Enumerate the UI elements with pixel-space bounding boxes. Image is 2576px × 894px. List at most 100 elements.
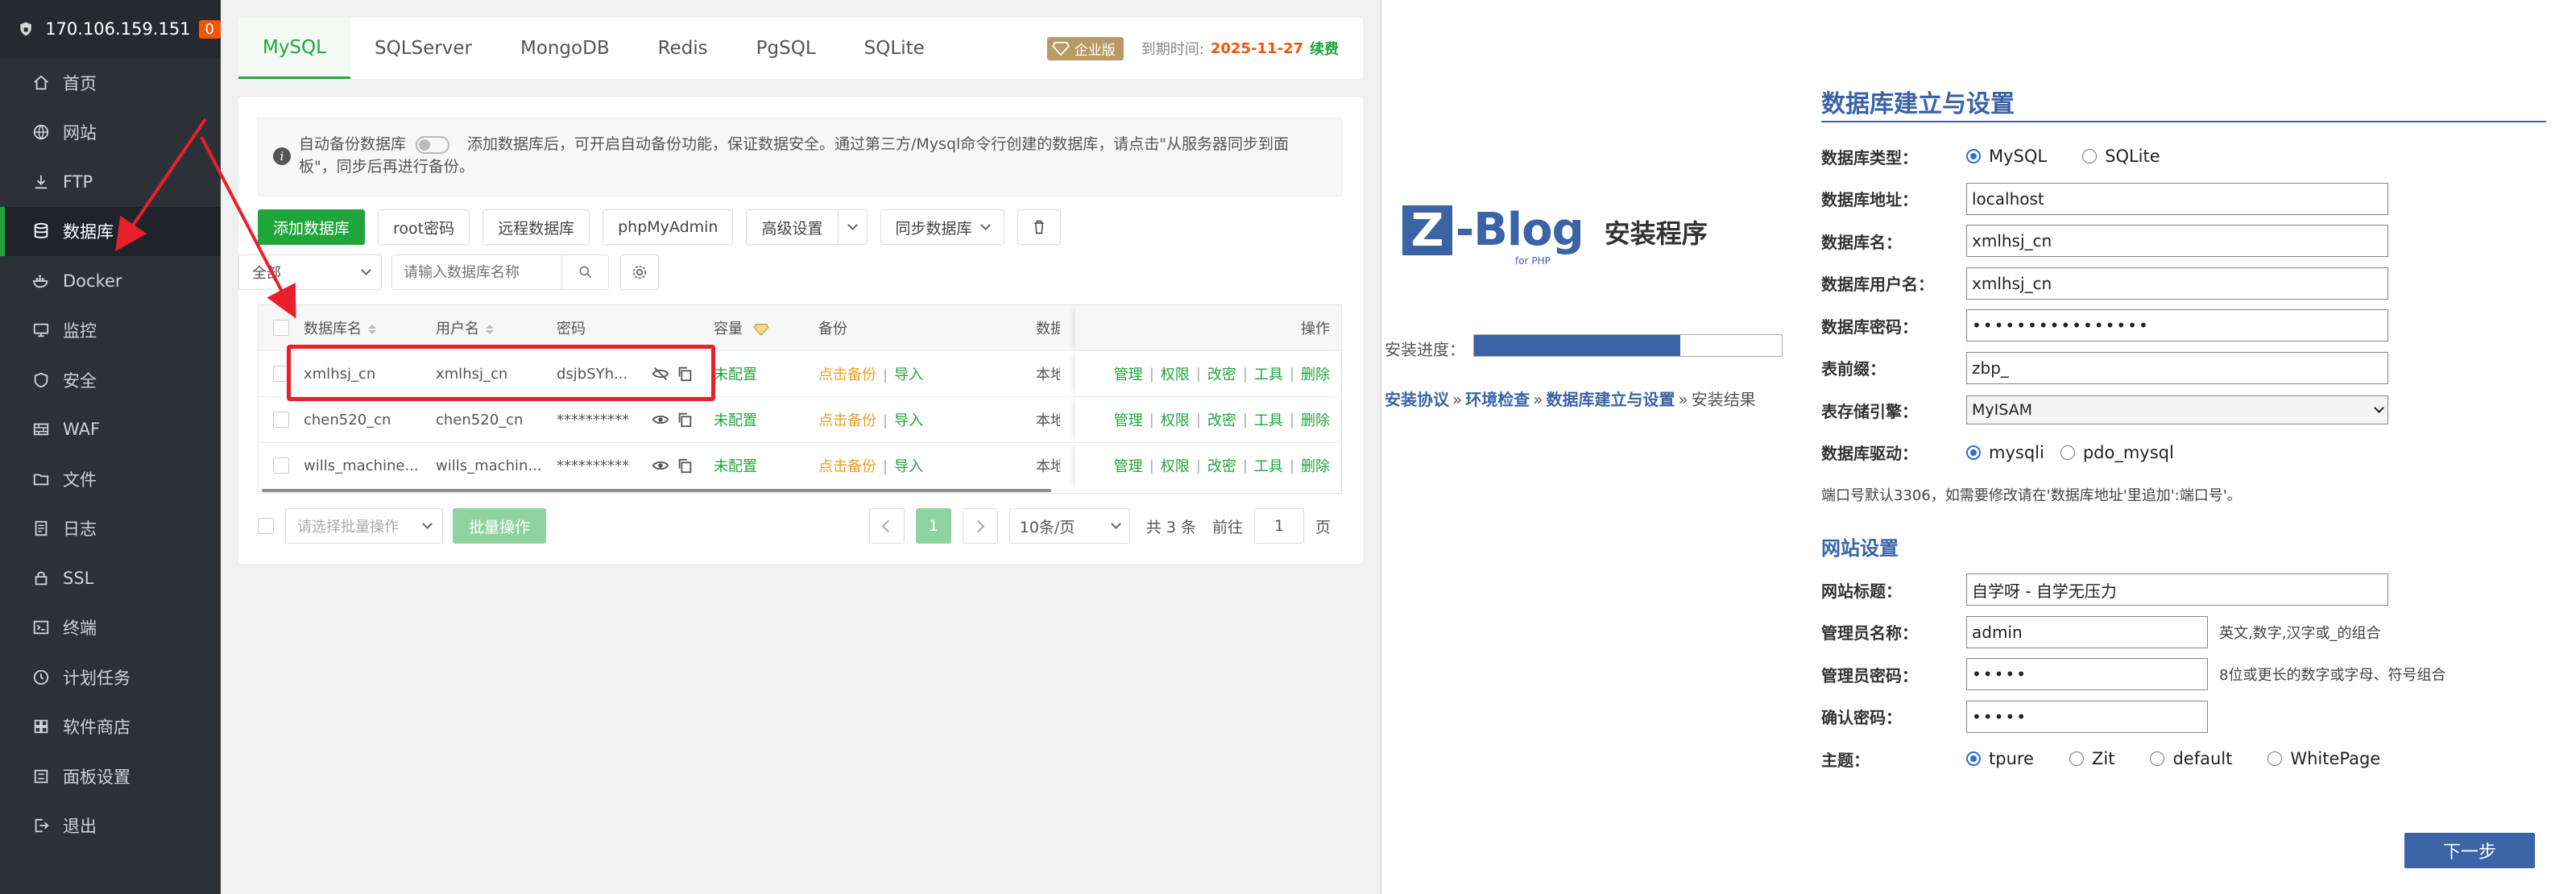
row-op-3[interactable]: 工具 [1254,409,1283,430]
sidebar-item[interactable]: Docker [0,256,221,306]
remote-database-button[interactable]: 远程数据库 [482,209,590,245]
row-op-2[interactable]: 改密 [1207,363,1236,384]
recycle-bin-button[interactable] [1017,209,1061,245]
horizontal-scrollbar[interactable] [259,488,1341,493]
select-all-checkbox[interactable] [273,320,289,336]
sort-icon[interactable] [368,325,376,334]
sidebar-item[interactable]: 计划任务 [0,652,221,702]
row-op-0[interactable]: 管理 [1114,455,1143,476]
row-op-0[interactable]: 管理 [1114,363,1143,384]
goto-page-input[interactable]: 1 [1253,508,1304,544]
sidebar-item[interactable]: SSL [0,553,221,603]
sidebar-item[interactable]: 软件商店 [0,702,221,752]
search-input[interactable] [392,255,561,289]
row-op-1[interactable]: 权限 [1161,409,1190,430]
db-capacity[interactable]: 未配置 [714,409,818,430]
admin-input[interactable]: admin [1966,615,2208,648]
db-type-mysql-radio[interactable]: MySQL [1966,147,2047,166]
import-link[interactable]: 导入 [894,366,923,383]
tab-sqlite[interactable]: SQLite [840,18,949,79]
tab-mongodb[interactable]: MongoDB [496,18,634,79]
add-database-button[interactable]: 添加数据库 [258,209,366,245]
row-op-0[interactable]: 管理 [1114,409,1143,430]
db-type-sqlite-radio[interactable]: SQLite [2082,147,2160,166]
row-checkbox[interactable] [273,366,289,382]
notification-badge[interactable]: 0 [198,19,221,39]
confirm-password-input[interactable]: ••••• [1966,700,2208,733]
header-user[interactable]: 用户名 [436,317,557,338]
batch-operation-button[interactable]: 批量操作 [453,508,547,544]
phpmyadmin-button[interactable]: phpMyAdmin [603,209,734,245]
row-checkbox[interactable] [273,412,289,428]
row-op-2[interactable]: 改密 [1207,409,1236,430]
site-title-input[interactable]: 自学呀 - 自学无压力 [1966,573,2388,606]
eye-icon[interactable] [652,457,669,474]
theme-default-radio[interactable]: default [2150,749,2232,768]
backup-link[interactable]: 点击备份 [818,412,876,429]
db-host-input[interactable]: localhost [1966,182,2388,215]
prev-page-button[interactable] [868,508,905,544]
theme-zit-radio[interactable]: Zit [2069,749,2114,768]
tab-sqlserver[interactable]: SQLServer [350,18,496,79]
renew-link[interactable]: 续费 [1310,38,1339,59]
tab-mysql[interactable]: MySQL [238,18,350,79]
next-step-button[interactable]: 下一步 [2404,833,2535,868]
backup-link[interactable]: 点击备份 [818,458,876,475]
sidebar-item[interactable]: 首页 [0,58,221,108]
db-capacity[interactable]: 未配置 [714,455,818,476]
next-page-button[interactable] [962,508,998,544]
row-op-4[interactable]: 删除 [1301,363,1330,384]
admin-password-input[interactable]: ••••• [1966,658,2208,691]
eye-icon[interactable] [652,411,669,428]
sidebar-item[interactable]: 终端 [0,603,221,653]
sidebar-item[interactable]: WAF [0,405,221,455]
row-op-1[interactable]: 权限 [1161,363,1190,384]
header-name[interactable]: 数据库名 [304,317,436,338]
row-op-2[interactable]: 改密 [1207,455,1236,476]
driver-pdo-radio[interactable]: pdo_mysql [2060,443,2174,462]
advanced-settings-button[interactable]: 高级设置 [746,209,868,245]
sort-icon[interactable] [486,325,494,334]
tab-redis[interactable]: Redis [634,18,732,79]
table-prefix-input[interactable]: zbp_ [1966,351,2388,384]
sidebar-item[interactable]: 监控 [0,306,221,356]
import-link[interactable]: 导入 [894,458,923,475]
row-op-3[interactable]: 工具 [1254,363,1283,384]
db-user-input[interactable]: xmlhsj_cn [1966,267,2388,300]
theme-whitepage-radio[interactable]: WhitePage [2267,749,2380,768]
page-size-select[interactable]: 10条/页 [1008,508,1130,544]
column-settings-button[interactable] [620,255,659,290]
tab-pgsql[interactable]: PgSQL [732,18,840,79]
category-select[interactable]: 全部 [238,255,382,290]
row-checkbox[interactable] [273,457,289,474]
copy-icon[interactable] [676,365,694,383]
batch-operation-select[interactable]: 请选择批量操作 [285,508,443,544]
sidebar-item[interactable]: 日志 [0,504,221,554]
sidebar-header[interactable]: 170.106.159.151 0 [0,0,221,58]
search-button[interactable] [561,255,608,289]
db-name-input[interactable]: xmlhsj_cn [1966,225,2388,258]
theme-tpure-radio[interactable]: tpure [1966,749,2034,768]
sync-database-button[interactable]: 同步数据库 [880,209,1004,245]
row-op-1[interactable]: 权限 [1161,455,1190,476]
row-op-4[interactable]: 删除 [1301,409,1330,430]
db-capacity[interactable]: 未配置 [714,363,818,384]
row-op-3[interactable]: 工具 [1254,455,1283,476]
sidebar-item[interactable]: 数据库 [0,206,221,256]
sidebar-item[interactable]: 安全 [0,355,221,405]
backup-link[interactable]: 点击备份 [818,366,876,383]
import-link[interactable]: 导入 [894,412,923,429]
eye-off-icon[interactable] [652,365,669,383]
auto-backup-toggle[interactable] [416,135,450,154]
driver-mysqli-radio[interactable]: mysqli [1966,443,2044,462]
sidebar-item[interactable]: 退出 [0,801,221,851]
sidebar-item[interactable]: 网站 [0,108,221,158]
copy-icon[interactable] [676,457,694,474]
page-number[interactable]: 1 [915,508,951,544]
sidebar-item[interactable]: FTP [0,157,221,207]
engine-select[interactable]: MyISAM [1966,395,2388,425]
sidebar-item[interactable]: 文件 [0,454,221,504]
row-op-4[interactable]: 删除 [1301,455,1330,476]
batch-select-all-checkbox[interactable] [258,518,274,534]
sidebar-item[interactable]: 面板设置 [0,751,221,801]
